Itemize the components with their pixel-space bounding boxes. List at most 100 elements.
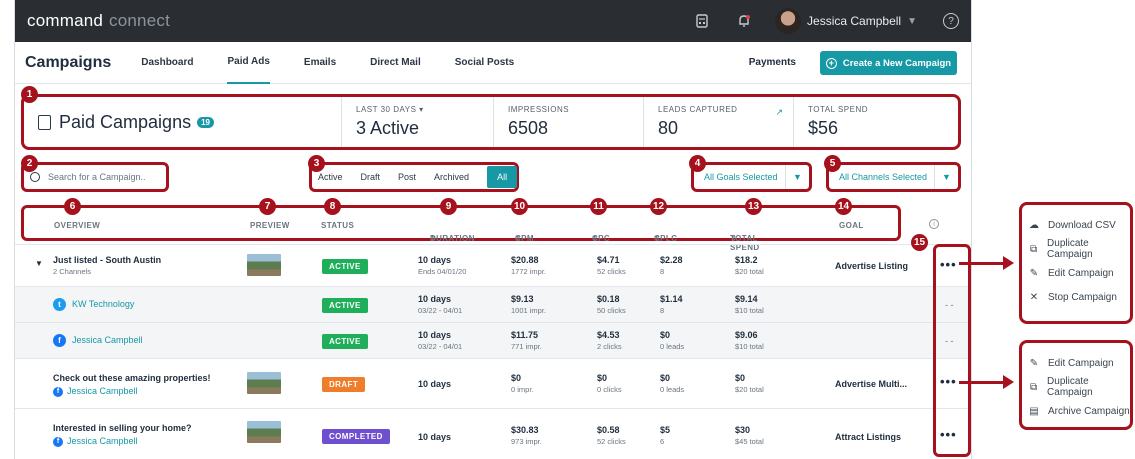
cplc-value: $0 bbox=[660, 330, 671, 340]
status-badge: COMPLETED bbox=[322, 429, 390, 444]
cpc-value: $0.18 bbox=[597, 294, 620, 304]
marker-9: 9 bbox=[440, 198, 457, 215]
campaign-owner[interactable]: Jessica Campbell bbox=[67, 386, 138, 396]
external-link-icon[interactable]: ↗ bbox=[775, 107, 783, 118]
header-overview[interactable]: OVERVIEW bbox=[54, 221, 100, 230]
spend-stat: TOTAL SPEND $56 bbox=[794, 97, 954, 147]
menu-download-csv[interactable]: ☁ Download CSV bbox=[1028, 213, 1130, 237]
table-row[interactable]: t KW Technology ACTIVE 10 days 03/22 - 04/… bbox=[15, 286, 971, 322]
table-row[interactable]: f Jessica Campbell ACTIVE 10 days 03/22 - … bbox=[15, 322, 971, 358]
tab-social-posts[interactable]: Social Posts bbox=[455, 42, 514, 84]
caret-down-icon: ▾ bbox=[419, 105, 424, 114]
paid-campaigns-label: Paid Campaigns bbox=[59, 111, 192, 132]
menu-edit-campaign[interactable]: ✎ Edit Campaign bbox=[1028, 351, 1130, 375]
campaign-name[interactable]: Interested in selling your home? bbox=[53, 423, 192, 433]
marker-12: 12 bbox=[650, 198, 667, 215]
actions-column-highlight bbox=[933, 244, 971, 457]
duration-value: 10 days bbox=[418, 432, 452, 442]
menu-duplicate-campaign[interactable]: ⧉ Duplicate Campaign bbox=[1028, 375, 1130, 399]
filter-active[interactable]: Active bbox=[318, 172, 343, 182]
page-title: Campaigns bbox=[25, 53, 112, 71]
cplc-sub: 6 bbox=[660, 437, 665, 446]
marker-10: 10 bbox=[511, 198, 528, 215]
menu-edit-campaign[interactable]: ✎ Edit Campaign bbox=[1028, 261, 1130, 285]
main-nav: Campaigns Dashboard Paid Ads Emails Dire… bbox=[15, 42, 971, 84]
paid-campaigns-title: Paid Campaigns 19 bbox=[24, 97, 342, 147]
campaign-name[interactable]: Just listed - South Austin bbox=[53, 255, 161, 265]
count-badge: 19 bbox=[197, 116, 214, 128]
marker-3: 3 bbox=[308, 155, 325, 172]
filter-all[interactable]: All bbox=[487, 166, 518, 188]
cpc-value: $4.53 bbox=[597, 330, 620, 340]
twitter-icon: t bbox=[53, 298, 66, 311]
help-icon[interactable]: ? bbox=[943, 13, 959, 29]
channels-dropdown-value: All Channels Selected bbox=[839, 172, 928, 182]
chevron-down-icon[interactable]: ▼ bbox=[907, 16, 917, 27]
cpm-sub: 1772 impr. bbox=[511, 267, 547, 276]
spend-label: TOTAL SPEND bbox=[808, 105, 869, 114]
cplc-value: $5 bbox=[660, 425, 671, 435]
duration-value: 10 days bbox=[418, 379, 452, 389]
sort-icon: ⇕ bbox=[430, 234, 438, 243]
arrow-right bbox=[959, 256, 1014, 270]
search-input[interactable]: Search for a Campaign.. bbox=[21, 162, 169, 192]
table-row[interactable]: Check out these amazing properties! f Jes… bbox=[15, 358, 971, 408]
filter-post[interactable]: Post bbox=[398, 172, 416, 182]
campaign-preview-image[interactable] bbox=[247, 254, 281, 276]
campaign-preview-image[interactable] bbox=[247, 372, 281, 394]
period-stat[interactable]: LAST 30 DAYS ▾ 3 Active bbox=[342, 97, 494, 147]
bell-icon[interactable] bbox=[735, 12, 753, 30]
facebook-icon: f bbox=[53, 436, 63, 447]
table-row[interactable]: Interested in selling your home? f Jessic… bbox=[15, 408, 971, 459]
avatar[interactable] bbox=[775, 8, 802, 34]
campaign-name[interactable]: Check out these amazing properties! bbox=[53, 373, 211, 383]
period-label: LAST 30 DAYS ▾ bbox=[356, 105, 424, 114]
user-name[interactable]: Jessica Campbell bbox=[807, 14, 901, 28]
channels-dropdown[interactable]: All Channels Selected ▼ bbox=[826, 162, 961, 192]
header-status[interactable]: STATUS bbox=[321, 221, 354, 230]
status-badge: ACTIVE bbox=[322, 298, 368, 313]
calculator-icon[interactable] bbox=[693, 12, 711, 30]
create-campaign-button[interactable]: + Create a New Campaign bbox=[820, 51, 957, 75]
create-campaign-label: Create a New Campaign bbox=[842, 57, 952, 69]
filter-draft[interactable]: Draft bbox=[361, 172, 381, 182]
channel-name[interactable]: Jessica Campbell bbox=[72, 335, 143, 345]
expand-caret-icon[interactable]: ▼ bbox=[35, 259, 43, 268]
marker-5: 5 bbox=[824, 155, 841, 172]
search-icon bbox=[30, 172, 40, 182]
cplc-value: $0 bbox=[660, 373, 671, 383]
brand-secondary: connect bbox=[109, 11, 170, 30]
table-row[interactable]: ▼ Just listed - South Austin 2 Channels … bbox=[15, 244, 971, 286]
brand-logo[interactable]: command connect bbox=[27, 11, 170, 31]
marker-2: 2 bbox=[21, 155, 38, 172]
draft-campaign-menu: ✎ Edit Campaign ⧉ Duplicate Campaign ▤ Arch… bbox=[1019, 340, 1133, 430]
filter-archived[interactable]: Archived bbox=[434, 172, 469, 182]
leads-stat: LEADS CAPTURED ↗ 80 bbox=[644, 97, 794, 147]
campaign-preview-image[interactable] bbox=[247, 421, 281, 443]
cplc-value: $2.28 bbox=[660, 255, 683, 265]
sort-icon: ⇕ bbox=[592, 234, 600, 243]
brand-primary: command bbox=[27, 11, 104, 30]
facebook-icon: f bbox=[53, 334, 66, 347]
channel-name[interactable]: KW Technology bbox=[72, 299, 134, 309]
menu-duplicate-campaign[interactable]: ⧉ Duplicate Campaign bbox=[1028, 237, 1130, 261]
tab-paid-ads[interactable]: Paid Ads bbox=[227, 42, 270, 84]
duplicate-icon: ⧉ bbox=[1029, 381, 1038, 393]
status-badge: ACTIVE bbox=[322, 259, 368, 274]
tab-dashboard[interactable]: Dashboard bbox=[141, 42, 193, 84]
tab-direct-mail[interactable]: Direct Mail bbox=[370, 42, 421, 84]
info-icon[interactable]: i bbox=[929, 219, 939, 229]
campaign-owner[interactable]: Jessica Campbell bbox=[67, 436, 138, 446]
cpm-value: $20.88 bbox=[511, 255, 539, 265]
menu-archive-campaign[interactable]: ▤ Archive Campaign bbox=[1028, 399, 1130, 423]
duration-value: 10 days bbox=[418, 255, 452, 265]
spend-value: $18.2 bbox=[735, 255, 758, 265]
pencil-icon: ✎ bbox=[1029, 267, 1039, 279]
spend-value: $30 bbox=[735, 425, 751, 435]
arrow-right bbox=[959, 375, 1014, 389]
payments-link[interactable]: Payments bbox=[749, 57, 796, 68]
header-preview: PREVIEW bbox=[250, 221, 290, 230]
tab-emails[interactable]: Emails bbox=[304, 42, 336, 84]
menu-stop-campaign[interactable]: ✕ Stop Campaign bbox=[1028, 285, 1130, 309]
goals-dropdown[interactable]: All Goals Selected ▼ bbox=[691, 162, 812, 192]
